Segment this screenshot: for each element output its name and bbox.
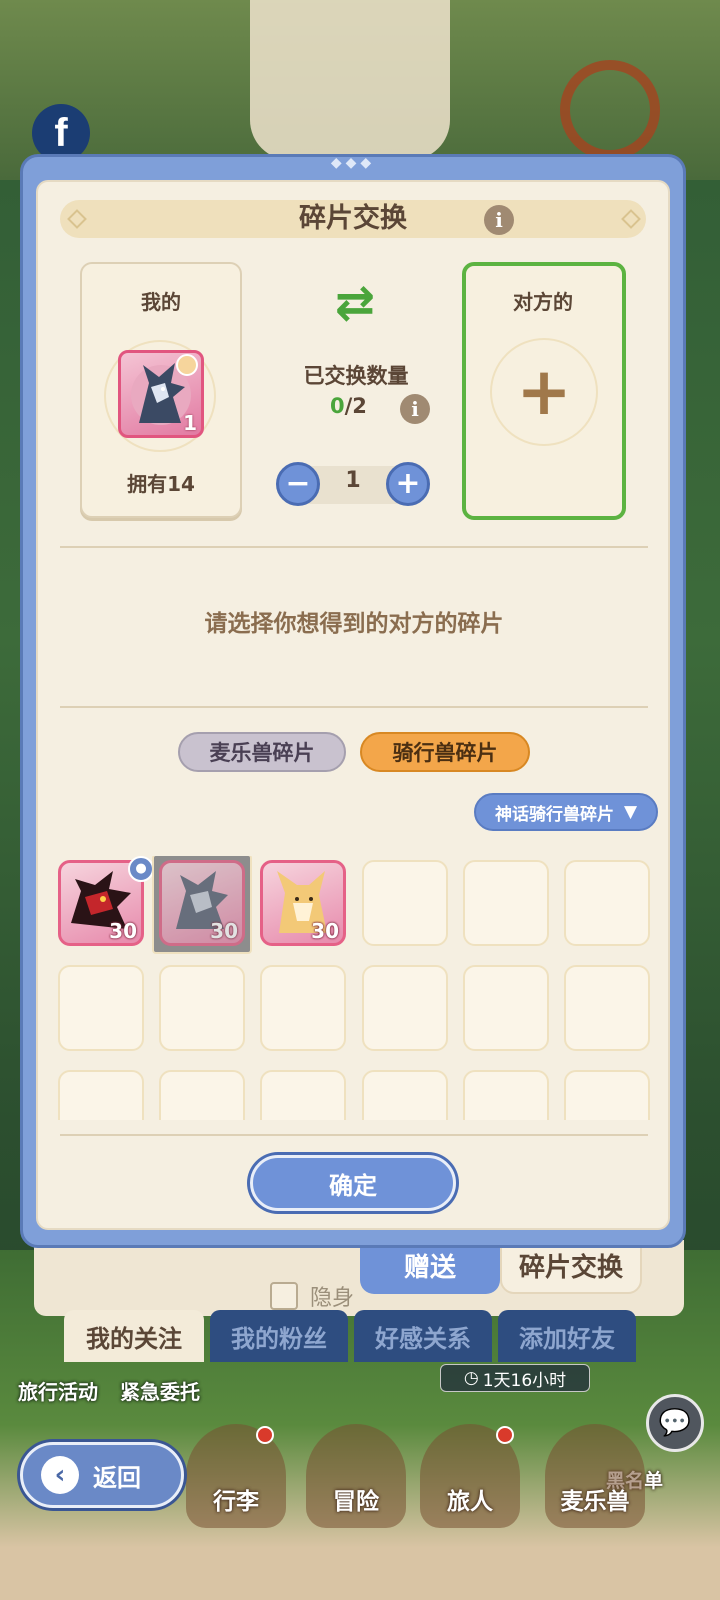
divider (60, 1134, 648, 1136)
empty-slot (362, 965, 448, 1051)
tab-mailewshou-fragments[interactable]: 麦乐兽碎片 (178, 732, 346, 772)
divider (60, 706, 648, 708)
chat-icon[interactable]: 💬 (646, 1394, 704, 1452)
ornament-icon: ◆◆◆ (330, 155, 376, 171)
timer-text: 1天16小时 (482, 1370, 567, 1391)
empty-slot (463, 860, 549, 946)
confirm-button[interactable]: 确定 (250, 1155, 456, 1211)
fragment-grid: 30 ● 30 30 (56, 856, 654, 1120)
empty-slot (260, 965, 346, 1051)
fragment-count: 30 (210, 919, 238, 943)
empty-slot (159, 965, 245, 1051)
dropdown-label: 神话骑行兽碎片 (494, 804, 614, 825)
fragment-grey-dragon[interactable]: 30 (159, 860, 245, 946)
info-icon[interactable]: i (400, 394, 430, 424)
increase-button[interactable]: + (386, 462, 430, 506)
tab-following[interactable]: 我的关注 (64, 1310, 204, 1362)
notification-dot (256, 1426, 274, 1444)
their-label: 对方的 (513, 290, 573, 314)
background-tent (250, 0, 450, 160)
back-button[interactable]: ‹ 返回 (20, 1442, 184, 1508)
tab-affinity[interactable]: 好感关系 (354, 1310, 492, 1362)
nav-adventure-label: 冒险 (333, 1489, 379, 1515)
add-icon[interactable]: + (514, 359, 574, 425)
background-wheel (560, 60, 660, 160)
empty-slot (260, 1070, 346, 1120)
nav-luggage-label: 行李 (213, 1489, 259, 1515)
empty-slot (564, 860, 650, 946)
hide-checkbox[interactable] (270, 1282, 298, 1310)
star-badge-icon (176, 354, 198, 376)
swap-arrows-icon: ⇄ (334, 275, 376, 331)
empty-slot (58, 1070, 144, 1120)
dialog-title: 碎片交换 (299, 203, 407, 234)
timer-badge: ◷ 1天16小时 (440, 1364, 590, 1392)
fragment-count: 30 (311, 919, 339, 943)
owned-count: 拥有14 (127, 472, 195, 496)
nav-traveler-label: 旅人 (447, 1489, 493, 1515)
exchanged-label: 已交换数量 (303, 364, 409, 388)
hide-label: 隐身 (310, 1286, 355, 1311)
empty-slot (362, 1070, 448, 1120)
tab-add-friend[interactable]: 添加好友 (498, 1310, 636, 1362)
nav-mailewshou-label: 麦乐兽 (560, 1489, 630, 1515)
quantity-value: 1 (345, 468, 361, 493)
notification-dot (496, 1426, 514, 1444)
travel-activity-label[interactable]: 旅行活动 (18, 1376, 98, 1405)
exchanged-done: 0 (330, 394, 345, 418)
empty-slot (362, 860, 448, 946)
select-prompt: 请选择你想得到的对方的碎片 (204, 611, 504, 637)
chevron-down-icon: ▼ (623, 802, 638, 822)
back-arrow-icon: ‹ (41, 1456, 79, 1494)
my-item-count: 1 (183, 411, 197, 435)
my-label: 我的 (141, 290, 181, 314)
empty-slot (564, 965, 650, 1051)
empty-slot (463, 1070, 549, 1120)
fragment-count: 30 (109, 919, 137, 943)
empty-slot (564, 1070, 650, 1120)
urgent-commission-label[interactable]: 紧急委托 (120, 1376, 200, 1405)
clock-icon: ◷ (463, 1368, 479, 1388)
back-label: 返回 (93, 1463, 141, 1492)
divider (60, 546, 648, 548)
friend-tabs: 我的关注 我的粉丝 好感关系 添加好友 (64, 1310, 644, 1362)
tab-followers[interactable]: 我的粉丝 (210, 1310, 348, 1362)
decrease-button[interactable]: − (276, 462, 320, 506)
empty-slot (58, 965, 144, 1051)
pin-icon: ● (128, 856, 154, 882)
rarity-dropdown[interactable]: 神话骑行兽碎片 ▼ (474, 793, 658, 831)
empty-slot (159, 1070, 245, 1120)
empty-slot (463, 965, 549, 1051)
exchanged-total: /2 (344, 394, 367, 418)
info-icon[interactable]: i (484, 205, 514, 235)
exchanged-count: 0/2 (330, 394, 367, 418)
fragment-fox[interactable]: 30 (260, 860, 346, 946)
tab-mount-fragments[interactable]: 骑行兽碎片 (360, 732, 530, 772)
